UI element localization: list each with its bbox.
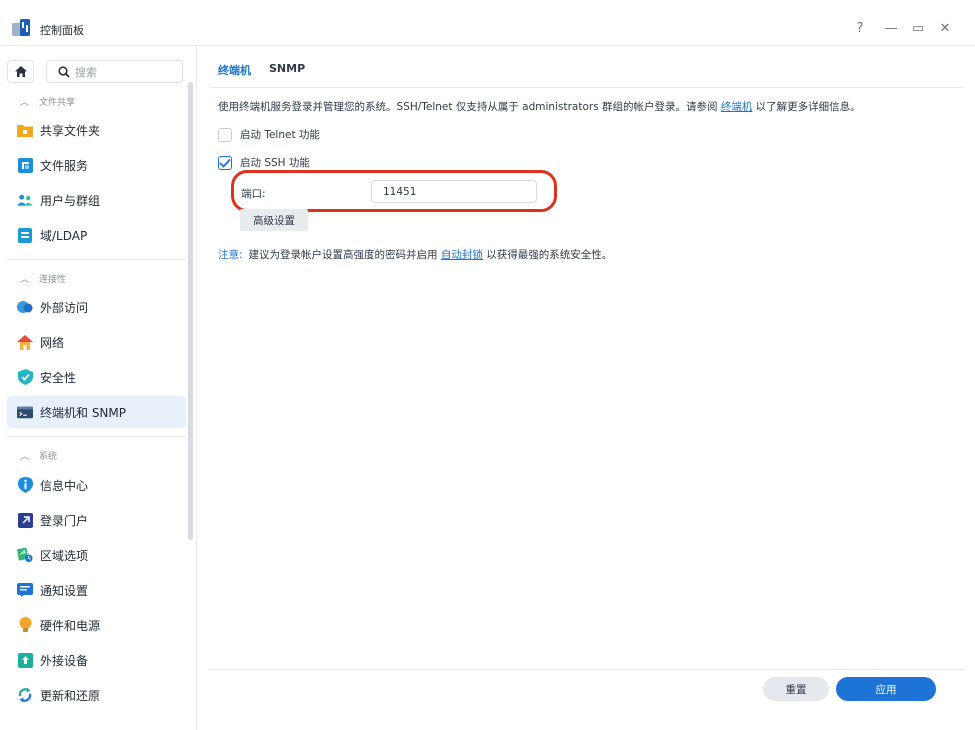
- port-input[interactable]: [371, 180, 537, 203]
- folder-icon: [17, 122, 33, 138]
- external-access-icon: [17, 299, 33, 315]
- advanced-settings-button[interactable]: 高级设置: [240, 209, 308, 231]
- sidebar-item-external-access[interactable]: 外部访问: [7, 291, 186, 323]
- sidebar-divider: [7, 436, 186, 437]
- apply-button[interactable]: 应用: [836, 677, 936, 701]
- home-icon: [14, 66, 27, 77]
- sidebar-item-label: 共享文件夹: [40, 123, 101, 138]
- telnet-option[interactable]: 启动 Telnet 功能: [218, 127, 320, 142]
- sidebar-item-label: 区域选项: [40, 548, 89, 563]
- sidebar-item-label: 更新和还原: [40, 688, 101, 703]
- sidebar-item-update-restore[interactable]: 更新和还原: [7, 679, 186, 711]
- description-text-end: 以了解更多详细信息。: [752, 101, 861, 113]
- sidebar-item-network[interactable]: 网络: [7, 326, 186, 358]
- terminal-description: 使用终端机服务登录并管理您的系统。SSH/Telnet 仅支持从属于 admin…: [218, 99, 861, 114]
- users-icon: [17, 192, 33, 208]
- sidebar-item-domain-ldap[interactable]: 域/LDAP: [7, 219, 186, 251]
- telnet-checkbox[interactable]: [218, 127, 232, 142]
- sidebar-item-login-portal[interactable]: 登录门户: [7, 504, 186, 536]
- terminal-help-link[interactable]: 终端机: [721, 101, 753, 113]
- sidebar-item-label: 外接设备: [40, 653, 89, 668]
- group-header-label: 文件共享: [39, 98, 76, 108]
- update-arrows-icon: [17, 687, 33, 703]
- sidebar-item-label: 域/LDAP: [40, 228, 88, 243]
- note-text-end: 以获得最强的系统安全性。: [482, 249, 613, 261]
- sidebar: ︿ 文件共享 共享文件夹 文件服务 用户与群组 域/LDAP ︿ 连接性 外部: [0, 46, 197, 730]
- ssh-option[interactable]: 启动 SSH 功能: [218, 155, 310, 170]
- search-input[interactable]: [75, 64, 175, 80]
- lightbulb-icon: [17, 617, 33, 633]
- chevron-up-icon: ︿: [20, 275, 30, 285]
- sidebar-divider: [7, 259, 186, 260]
- note-prefix: 注意:: [218, 249, 243, 261]
- control-panel-icon: [12, 19, 30, 36]
- sidebar-item-label: 网络: [40, 335, 65, 350]
- info-icon: [17, 477, 33, 493]
- ssh-checkbox[interactable]: [218, 155, 232, 170]
- sidebar-scrollbar[interactable]: [188, 82, 193, 540]
- sidebar-item-file-services[interactable]: 文件服务: [7, 149, 186, 181]
- tab-snmp[interactable]: SNMP: [269, 62, 305, 86]
- group-header-label: 连接性: [39, 275, 67, 285]
- chevron-up-icon: ︿: [20, 98, 30, 108]
- sidebar-item-shared-folder[interactable]: 共享文件夹: [7, 114, 186, 146]
- tab-terminal[interactable]: 终端机: [218, 62, 251, 86]
- ssh-label: 启动 SSH 功能: [240, 157, 310, 169]
- help-icon[interactable]: ?: [852, 22, 868, 36]
- external-device-icon: [17, 652, 33, 668]
- tab-bar: 终端机 SNMP: [218, 62, 323, 86]
- sidebar-item-label: 安全性: [40, 370, 77, 385]
- sidebar-item-label: 通知设置: [40, 583, 89, 598]
- sidebar-item-label: 登录门户: [40, 513, 89, 528]
- sidebar-item-hardware-power[interactable]: 硬件和电源: [7, 609, 186, 641]
- chevron-up-icon: ︿: [20, 452, 30, 462]
- telnet-label: 启动 Telnet 功能: [240, 129, 320, 141]
- file-services-icon: [17, 157, 33, 173]
- maximize-icon[interactable]: ▭: [910, 22, 926, 36]
- sidebar-item-info-center[interactable]: 信息中心: [7, 469, 186, 501]
- group-header-file-sharing[interactable]: ︿ 文件共享: [20, 95, 75, 108]
- note-text: 建议为登录帐户设置高强度的密码并启用: [248, 249, 441, 261]
- close-icon[interactable]: ✕: [937, 22, 953, 36]
- domain-ldap-icon: [17, 227, 33, 243]
- tab-divider: [209, 87, 964, 88]
- footer-divider: [209, 669, 964, 670]
- main-panel: 终端机 SNMP 使用终端机服务登录并管理您的系统。SSH/Telnet 仅支持…: [198, 46, 975, 730]
- home-button[interactable]: [7, 60, 34, 83]
- search-icon: [58, 66, 70, 78]
- sidebar-item-terminal-snmp[interactable]: 终端机和 SNMP: [7, 396, 186, 428]
- sidebar-item-label: 硬件和电源: [40, 618, 101, 633]
- minimize-icon[interactable]: —: [883, 22, 899, 36]
- sidebar-item-notifications[interactable]: 通知设置: [7, 574, 186, 606]
- reset-button[interactable]: 重置: [763, 677, 829, 701]
- auto-block-link[interactable]: 自动封锁: [441, 249, 483, 261]
- sidebar-item-users-groups[interactable]: 用户与群组: [7, 184, 186, 216]
- login-portal-icon: [17, 512, 33, 528]
- group-header-connectivity[interactable]: ︿ 连接性: [20, 272, 66, 285]
- sidebar-item-regional-options[interactable]: 区域选项: [7, 539, 186, 571]
- description-text: 使用终端机服务登录并管理您的系统。SSH/Telnet 仅支持从属于 admin…: [218, 101, 721, 113]
- regional-options-icon: [17, 547, 33, 563]
- sidebar-item-label: 外部访问: [40, 300, 89, 315]
- group-header-system[interactable]: ︿ 系统: [20, 449, 57, 462]
- network-house-icon: [17, 334, 33, 350]
- search-box[interactable]: [46, 60, 183, 83]
- title-bar: 控制面板 ? — ▭ ✕: [0, 0, 975, 46]
- group-header-label: 系统: [39, 452, 58, 462]
- sidebar-item-security[interactable]: 安全性: [7, 361, 186, 393]
- sidebar-item-label: 用户与群组: [40, 193, 101, 208]
- port-label: 端口:: [241, 188, 266, 200]
- window-title: 控制面板: [40, 24, 84, 37]
- security-note: 注意: 建议为登录帐户设置高强度的密码并启用 自动封锁 以获得最强的系统安全性。: [218, 247, 612, 262]
- sidebar-item-label: 文件服务: [40, 158, 89, 173]
- terminal-icon: [17, 404, 33, 420]
- shield-icon: [17, 369, 33, 385]
- sidebar-item-external-devices[interactable]: 外接设备: [7, 644, 186, 676]
- sidebar-item-label: 信息中心: [40, 478, 89, 493]
- notification-icon: [17, 582, 33, 598]
- checkmark-icon: [219, 158, 231, 168]
- sidebar-item-label: 终端机和 SNMP: [40, 405, 126, 420]
